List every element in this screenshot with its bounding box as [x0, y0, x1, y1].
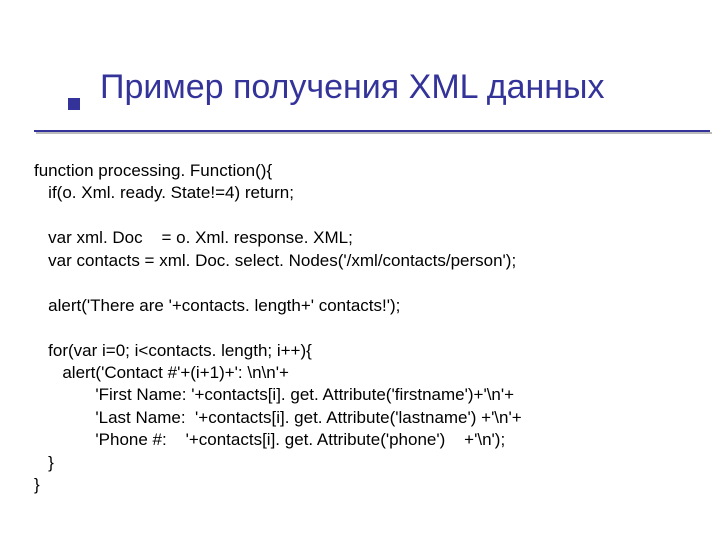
code-line: if(o. Xml. ready. State!=4) return; — [34, 183, 294, 202]
slide-title: Пример получения XML данных — [50, 68, 700, 107]
slide-title-area: Пример получения XML данных — [50, 68, 700, 107]
code-block: function processing. Function(){ if(o. X… — [34, 160, 690, 497]
title-underline — [34, 130, 710, 132]
code-line: } — [34, 453, 54, 472]
slide: Пример получения XML данных function pro… — [0, 0, 720, 540]
code-line: for(var i=0; i<contacts. length; i++){ — [34, 341, 312, 360]
code-line: 'Phone #: '+contacts[i]. get. Attribute(… — [34, 430, 505, 449]
code-line: var xml. Doc = o. Xml. response. XML; — [34, 228, 353, 247]
title-underline-shadow — [36, 132, 712, 134]
code-line: var contacts = xml. Doc. select. Nodes('… — [34, 251, 516, 270]
code-line: alert('Contact #'+(i+1)+': \n\n'+ — [34, 363, 289, 382]
code-line: } — [34, 475, 40, 494]
code-line: function processing. Function(){ — [34, 161, 272, 180]
title-bullet-icon — [68, 98, 80, 110]
code-line: 'First Name: '+contacts[i]. get. Attribu… — [34, 385, 514, 404]
code-line: alert('There are '+contacts. length+' co… — [34, 296, 400, 315]
code-line: 'Last Name: '+contacts[i]. get. Attribut… — [34, 408, 522, 427]
